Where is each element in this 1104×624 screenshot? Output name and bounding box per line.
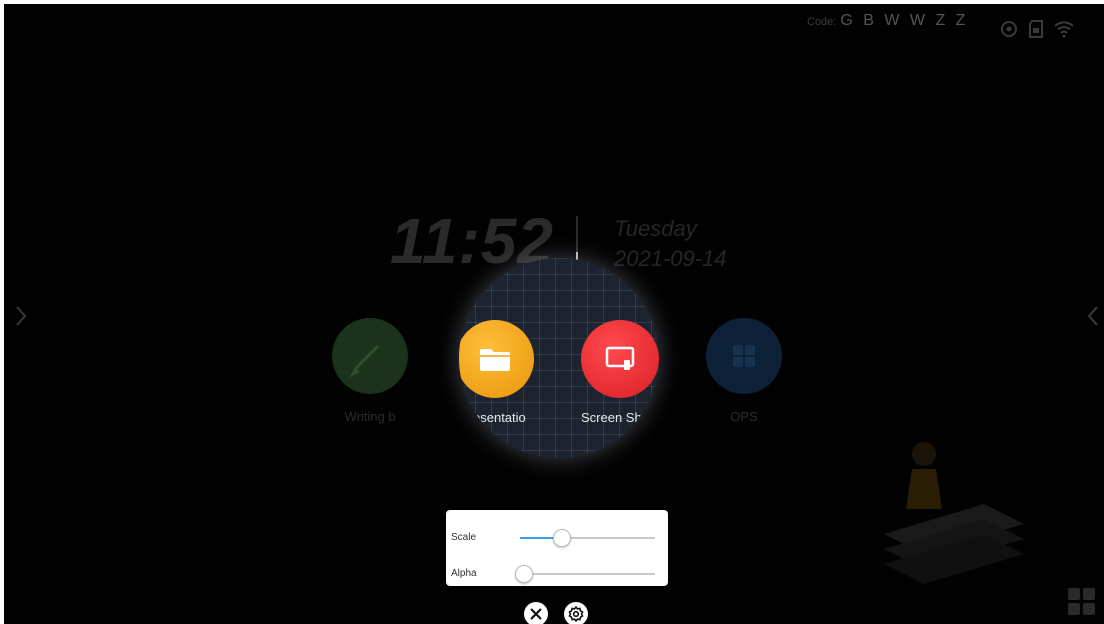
app-label-presentation: Presentatio (460, 410, 526, 425)
scale-slider-thumb[interactable] (552, 529, 571, 547)
pairing-code: Code: G B W W Z Z (807, 12, 968, 30)
windows-icon (733, 345, 755, 367)
screen-share-icon (605, 346, 635, 370)
scale-label: Scale (451, 532, 477, 543)
app-label-screen-share: Screen Sh (581, 410, 642, 425)
settings-button[interactable] (564, 602, 588, 624)
app-label-writing-board: Writing b (344, 409, 396, 424)
clock-day: Tuesday (614, 216, 697, 241)
wifi-icon[interactable] (1054, 20, 1074, 38)
left-arrow-icon[interactable] (14, 304, 28, 333)
alpha-label: Alpha (451, 568, 477, 579)
app-ops[interactable] (706, 318, 782, 394)
app-screen-share[interactable] (581, 320, 659, 398)
clock-date: 2021-09-14 (614, 246, 727, 271)
cast-icon[interactable] (1000, 20, 1018, 38)
magnifier-lens[interactable]: Presentatio Screen Sh (459, 258, 659, 458)
app-label-ops: OPS (730, 409, 758, 424)
code-label: Code: (807, 16, 837, 28)
decoration-illustration (884, 442, 1024, 584)
app-presentation[interactable] (459, 320, 534, 398)
magnifier-settings-panel: Scale Alpha (446, 510, 668, 586)
apps-grid-icon[interactable] (1068, 588, 1095, 615)
status-icons (1000, 20, 1074, 38)
close-button[interactable] (524, 602, 548, 624)
right-arrow-icon[interactable] (1086, 304, 1100, 333)
folder-icon (480, 349, 510, 371)
close-icon (530, 608, 542, 620)
gear-icon (568, 606, 584, 622)
pen-icon (349, 344, 380, 378)
home-screen: Code: G B W W Z Z 11:52 Tuesday 2021-09-… (4, 4, 1104, 624)
scale-slider[interactable] (520, 529, 655, 547)
alpha-slider-thumb[interactable] (515, 565, 533, 583)
app-writing-board[interactable] (332, 318, 408, 394)
code-value: G B W W Z Z (840, 12, 969, 29)
sd-card-icon[interactable] (1028, 20, 1044, 38)
alpha-slider[interactable] (515, 565, 655, 583)
